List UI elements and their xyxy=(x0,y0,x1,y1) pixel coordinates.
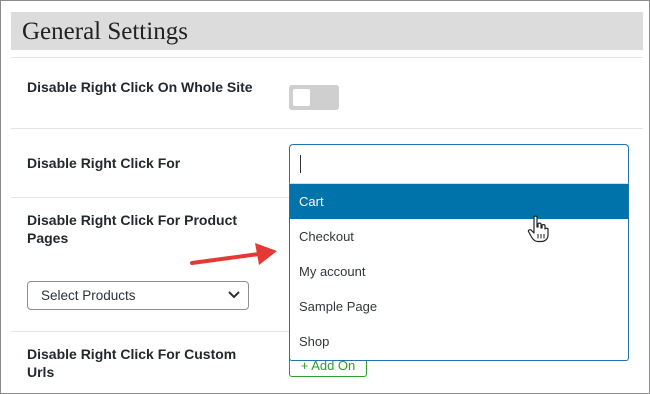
dropdown-option-checkout[interactable]: Checkout xyxy=(290,219,628,254)
pages-dropdown: Cart Checkout My account Sample Page Sho… xyxy=(289,183,629,361)
dropdown-option-cart[interactable]: Cart xyxy=(290,184,628,219)
text-caret xyxy=(300,155,301,173)
red-arrow-icon xyxy=(190,243,277,265)
chevron-down-icon xyxy=(228,291,240,299)
hand-pointer-icon xyxy=(527,215,549,243)
divider xyxy=(11,57,643,58)
settings-panel: General Settings Disable Right Click On … xyxy=(0,0,650,394)
section-header: General Settings xyxy=(11,12,643,50)
right-click-for-label: Disable Right Click For xyxy=(27,155,181,171)
dropdown-option-shop[interactable]: Shop xyxy=(290,324,628,359)
dropdown-option-sample-page[interactable]: Sample Page xyxy=(290,289,628,324)
toggle-knob xyxy=(293,89,310,106)
custom-urls-label: Disable Right Click For Custom Urls xyxy=(27,346,237,380)
whole-site-label: Disable Right Click On Whole Site xyxy=(27,79,253,95)
section-title: General Settings xyxy=(22,18,188,45)
products-select[interactable]: Select Products xyxy=(27,281,249,310)
divider xyxy=(11,128,643,129)
dropdown-option-my-account[interactable]: My account xyxy=(290,254,628,289)
divider xyxy=(11,331,289,332)
pages-search-input[interactable] xyxy=(289,144,629,183)
products-select-value: Select Products xyxy=(41,288,136,303)
divider xyxy=(11,197,289,198)
whole-site-toggle[interactable] xyxy=(289,85,339,110)
